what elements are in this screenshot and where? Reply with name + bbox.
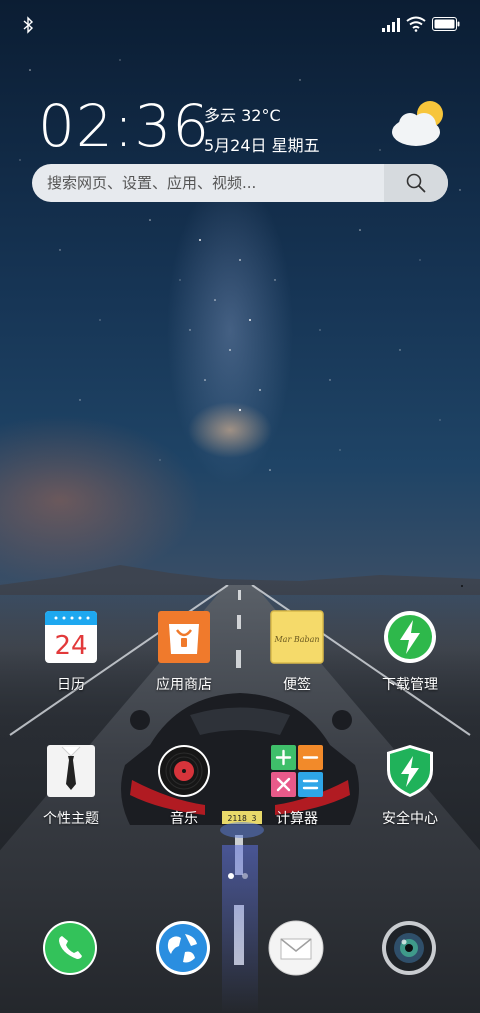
- home-screen: 2118 3 02:36 多云 32°C 5月24日 星期五 搜索网页、设置、应…: [0, 0, 480, 1013]
- app-label: 个性主题: [43, 811, 99, 827]
- shopping-bag-icon: [158, 611, 210, 663]
- battery-icon: [432, 17, 460, 31]
- dock-browser[interactable]: [155, 920, 211, 976]
- signal-icon: [382, 18, 400, 32]
- app-store[interactable]: 应用商店: [134, 610, 234, 710]
- app-label: 计算器: [276, 811, 318, 827]
- lightning-icon: [384, 611, 436, 663]
- app-downloads[interactable]: 下载管理: [360, 610, 460, 710]
- phone-icon: [43, 921, 97, 975]
- wifi-icon: [406, 16, 426, 32]
- app-themes[interactable]: 个性主题: [21, 744, 121, 844]
- app-calculator[interactable]: 计算器: [247, 744, 347, 844]
- dock-messages[interactable]: [268, 920, 324, 976]
- date-text[interactable]: 5月24日 星期五: [204, 132, 320, 156]
- app-security[interactable]: 安全中心: [360, 744, 460, 844]
- bluetooth-icon: [23, 16, 34, 34]
- app-notes[interactable]: Mar Baban 便签: [247, 610, 347, 710]
- page-dot-active[interactable]: [228, 873, 234, 879]
- note-text: Mar Baban: [273, 635, 319, 644]
- app-label: 下载管理: [382, 677, 438, 693]
- app-label: 应用商店: [156, 677, 212, 693]
- calculator-icon: [271, 745, 323, 797]
- status-bar: [0, 0, 480, 48]
- calendar-day: 24: [54, 631, 87, 661]
- notes-icon: Mar Baban: [270, 610, 324, 664]
- app-label: 音乐: [170, 811, 198, 827]
- camera-lens-icon: [382, 921, 436, 975]
- search-input[interactable]: [32, 164, 384, 202]
- clock-time[interactable]: 02:36: [38, 92, 210, 160]
- partly-cloudy-icon[interactable]: [388, 98, 450, 150]
- wallpaper-light-trail: [222, 845, 258, 1013]
- calendar-icon: 24: [45, 611, 97, 663]
- wallpaper-stars: [19, 59, 461, 471]
- vinyl-record-icon: [158, 745, 210, 797]
- shirt-tie-icon: [47, 745, 95, 797]
- dock-camera[interactable]: [381, 920, 437, 976]
- globe-icon: [156, 921, 210, 975]
- dock-phone[interactable]: [42, 920, 98, 976]
- page-dot[interactable]: [242, 873, 248, 879]
- shield-lightning-icon: [387, 745, 433, 797]
- search-icon: [406, 173, 426, 193]
- app-label: 日历: [57, 677, 85, 693]
- app-music[interactable]: 音乐: [134, 744, 234, 844]
- search-bar[interactable]: [32, 164, 448, 202]
- app-label: 安全中心: [382, 811, 438, 827]
- envelope-icon: [268, 920, 324, 976]
- weather-text[interactable]: 多云 32°C: [204, 102, 281, 126]
- app-calendar[interactable]: 24 日历: [21, 610, 121, 710]
- page-indicator[interactable]: [228, 873, 252, 879]
- app-label: 便签: [283, 677, 311, 693]
- search-button[interactable]: [384, 164, 448, 202]
